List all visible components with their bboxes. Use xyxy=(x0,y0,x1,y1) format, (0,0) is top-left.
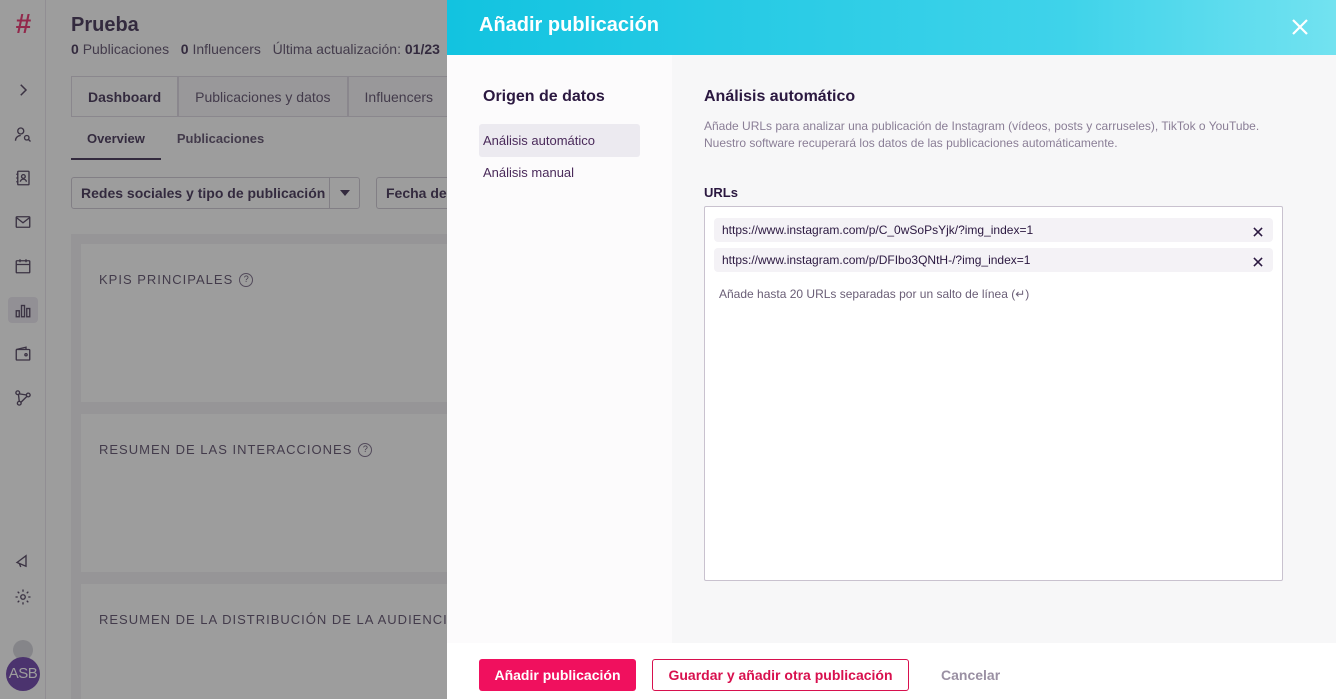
side-item-manual-analysis[interactable]: Análisis manual xyxy=(479,156,640,189)
url-chip-text: https://www.instagram.com/p/C_0wSoPsYjk/… xyxy=(722,223,1034,237)
drawer-title: Añadir publicación xyxy=(479,14,660,36)
data-source-sidebar: Origen de datos Análisis automático Anál… xyxy=(447,55,672,643)
remove-url-icon[interactable] xyxy=(1251,223,1265,237)
remove-url-icon[interactable] xyxy=(1251,253,1265,267)
add-publication-button[interactable]: Añadir publicación xyxy=(479,659,636,691)
urls-hint: Añade hasta 20 URLs separadas por un sal… xyxy=(719,287,1030,301)
add-publication-drawer: Añadir publicación Origen de datos Análi… xyxy=(447,0,1336,699)
drawer-header: Añadir publicación xyxy=(447,0,1336,55)
url-chip: https://www.instagram.com/p/DFIbo3QNtH-/… xyxy=(714,248,1273,272)
close-icon[interactable] xyxy=(1288,15,1312,39)
section-title: Análisis automático xyxy=(704,88,856,105)
automatic-analysis-section: Análisis automático Añade URLs para anal… xyxy=(672,55,1336,643)
save-and-add-another-button[interactable]: Guardar y añadir otra publicación xyxy=(652,659,909,691)
side-item-automatic-analysis[interactable]: Análisis automático xyxy=(479,124,640,157)
cancel-button[interactable]: Cancelar xyxy=(927,659,1014,691)
urls-label: URLs xyxy=(704,185,738,200)
drawer-footer: Añadir publicación Guardar y añadir otra… xyxy=(447,643,1336,699)
section-description: Añade URLs para analizar una publicación… xyxy=(704,119,1260,150)
data-source-title: Origen de datos xyxy=(483,88,605,105)
url-chip-text: https://www.instagram.com/p/DFIbo3QNtH-/… xyxy=(722,253,1031,267)
urls-input[interactable]: https://www.instagram.com/p/C_0wSoPsYjk/… xyxy=(704,206,1283,581)
url-chip: https://www.instagram.com/p/C_0wSoPsYjk/… xyxy=(714,218,1273,242)
